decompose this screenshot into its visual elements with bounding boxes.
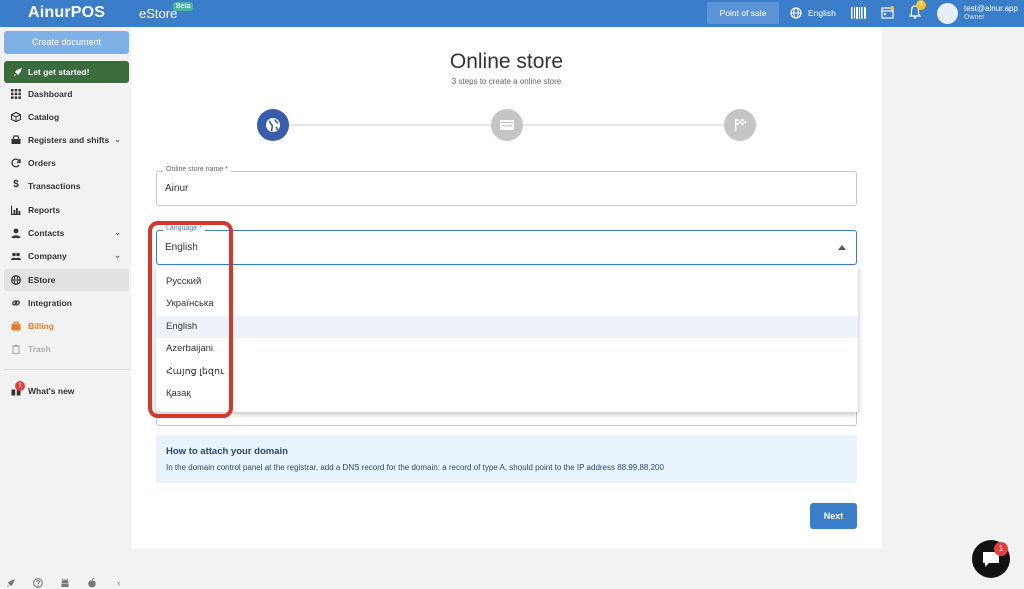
chat-badge: 1	[994, 542, 1008, 556]
caret-up-icon[interactable]	[838, 245, 846, 250]
sidebar-item-catalog[interactable]: Catalog	[4, 106, 129, 128]
chevron-down-icon: ⌄	[114, 135, 121, 144]
sidebar-item-label: Billing	[28, 321, 54, 331]
sidebar-item-integration[interactable]: Integration	[4, 292, 129, 314]
language-selector[interactable]: English	[808, 8, 836, 18]
store-name-field[interactable]: Online store name * Ainur	[156, 166, 857, 206]
trash-icon	[12, 344, 20, 354]
refresh-icon	[11, 158, 21, 168]
language-option[interactable]: Հայոց լեզու	[156, 361, 858, 383]
person-icon	[11, 228, 21, 238]
notification-badge: 5	[916, 0, 926, 10]
domain-field[interactable]	[156, 410, 857, 426]
sidebar-item-label: Integration	[28, 298, 72, 308]
chevron-down-icon: ⌄	[114, 228, 121, 237]
flag-checkered-icon	[735, 119, 746, 131]
sidebar-item-label: Company	[28, 251, 67, 261]
info-title: How to attach your domain	[166, 446, 288, 457]
rocket-icon	[14, 68, 22, 76]
sidebar-item-transactions[interactable]: $ Transactions	[4, 175, 129, 197]
android-icon[interactable]	[60, 578, 70, 588]
billing-icon	[11, 321, 21, 331]
calendar-icon[interactable]	[881, 6, 894, 19]
info-text: In the domain control panel at the regis…	[166, 463, 664, 472]
register-icon	[11, 135, 21, 144]
sidebar-item-label: EStore	[28, 275, 56, 285]
sidebar-item-label: Registers and shifts	[28, 135, 110, 145]
top-bar: AinurPOS eStore Beta Point of sale Engli…	[0, 0, 1024, 27]
next-button[interactable]: Next	[810, 503, 857, 529]
language-option[interactable]: Azerbaijani	[156, 338, 858, 360]
sidebar-item-contacts[interactable]: Contacts ⌄	[4, 222, 129, 244]
create-document-button[interactable]: Create document	[4, 31, 129, 54]
get-started-button[interactable]: Let get started!	[4, 61, 129, 83]
help-icon[interactable]	[33, 578, 43, 588]
avatar[interactable]	[937, 3, 958, 24]
chart-icon	[11, 205, 21, 215]
sidebar-item-dashboard[interactable]: Dashboard	[4, 83, 129, 105]
browser-icon	[500, 120, 514, 130]
app-logo[interactable]: AinurPOS	[28, 4, 105, 22]
domain-info-box: How to attach your domain In the domain …	[156, 435, 857, 483]
globe-icon[interactable]	[790, 7, 802, 19]
globe-icon	[11, 275, 21, 285]
language-select[interactable]: Language * English	[156, 225, 857, 265]
apple-icon[interactable]	[87, 578, 97, 588]
step-1-globe[interactable]	[257, 109, 289, 141]
get-started-label: Let get started!	[28, 67, 90, 77]
sidebar-item-trash[interactable]: Trash	[4, 338, 129, 360]
sidebar-item-label: Catalog	[28, 112, 60, 122]
point-of-sale-button[interactable]: Point of sale	[707, 2, 779, 24]
sidebar-item-reports[interactable]: Reports	[4, 199, 129, 221]
sidebar-item-label: Trash	[28, 344, 51, 354]
sidebar-item-company[interactable]: Company ⌄	[4, 245, 129, 267]
sidebar-item-billing[interactable]: Billing	[4, 315, 129, 337]
sidebar-item-orders[interactable]: Orders	[4, 152, 129, 174]
online-store-card: Online store 3 steps to create a online …	[131, 27, 882, 549]
store-name-value: Ainur	[165, 183, 189, 194]
store-name-label: Online store name *	[163, 166, 231, 173]
people-icon	[11, 252, 21, 260]
beta-badge: Beta	[173, 2, 194, 11]
step-2-domain[interactable]	[491, 109, 523, 141]
box-icon	[11, 112, 21, 122]
whats-new-badge: 1	[15, 381, 25, 391]
user-email[interactable]: test@ainur.app	[964, 4, 1018, 13]
language-option[interactable]: Українська	[156, 293, 858, 315]
whats-new-label: What's new	[28, 386, 75, 396]
annotation-highlight	[148, 221, 233, 418]
divider	[4, 369, 131, 370]
globe-icon	[266, 118, 280, 132]
sidebar-item-label: Reports	[28, 205, 61, 215]
sidebar-item-label: Orders	[28, 158, 56, 168]
sidebar: Create document Let get started! Dashboa…	[0, 27, 131, 589]
dollar-icon: $	[13, 179, 19, 190]
barcode-icon[interactable]	[851, 7, 866, 19]
link-icon	[12, 300, 20, 306]
page-subtitle: 3 steps to create a online store	[451, 77, 562, 86]
rocket-icon[interactable]	[6, 578, 16, 588]
sidebar-item-label: Transactions	[28, 181, 81, 191]
language-option[interactable]: Русский	[156, 271, 858, 293]
grid-icon	[11, 89, 21, 99]
sidebar-item-label: Dashboard	[28, 89, 73, 99]
collapse-sidebar-icon[interactable]: ‹	[114, 578, 124, 588]
language-option[interactable]: Қазақ	[156, 383, 858, 405]
sidebar-item-estore[interactable]: EStore	[4, 269, 129, 291]
sidebar-item-label: Contacts	[28, 228, 65, 238]
language-option-selected[interactable]: English	[156, 316, 858, 338]
section-title: eStore	[139, 6, 178, 21]
chevron-down-icon: ⌄	[114, 251, 121, 260]
step-3-finish[interactable]	[724, 109, 756, 141]
page-title: Online store	[449, 50, 564, 73]
sidebar-footer: ‹	[6, 578, 126, 589]
sidebar-item-registers[interactable]: Registers and shifts ⌄	[4, 129, 129, 151]
user-role: Owner	[964, 14, 985, 21]
language-dropdown: Русский Українська English Azerbaijani Հ…	[156, 266, 858, 412]
